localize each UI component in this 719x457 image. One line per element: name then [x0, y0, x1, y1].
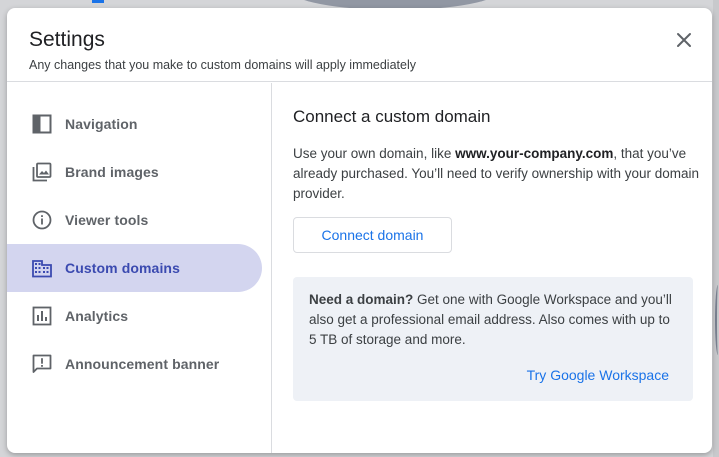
sidebar-item-label: Announcement banner [65, 356, 220, 372]
try-google-workspace-link[interactable]: Try Google Workspace [527, 367, 669, 383]
promo-text: Need a domain? Get one with Google Works… [309, 290, 681, 350]
settings-dialog: Settings Any changes that you make to cu… [7, 8, 712, 453]
sidebar-item-analytics[interactable]: Analytics [7, 292, 262, 340]
sidebar-item-viewer-tools[interactable]: Viewer tools [7, 196, 262, 244]
info-icon [31, 209, 53, 231]
background-link-fragment [92, 0, 104, 3]
domain-icon [31, 257, 53, 279]
sidebar-item-label: Brand images [65, 164, 159, 180]
navigation-icon [31, 113, 53, 135]
example-domain: www.your-company.com [455, 146, 614, 161]
sidebar-item-label: Analytics [65, 308, 129, 324]
brand-images-icon [31, 161, 53, 183]
sidebar-item-brand-images[interactable]: Brand images [7, 148, 262, 196]
section-title: Connect a custom domain [293, 107, 491, 126]
sidebar-item-label: Custom domains [65, 260, 180, 276]
background-edge [713, 0, 719, 457]
sidebar-item-navigation[interactable]: Navigation [7, 100, 262, 148]
close-icon [677, 33, 691, 47]
sidebar-item-announcement-banner[interactable]: Announcement banner [7, 340, 262, 388]
background-shape [715, 285, 719, 355]
settings-sidebar: Navigation Brand images Viewer tools Cus… [7, 83, 272, 453]
announcement-icon [31, 353, 53, 375]
dialog-subtitle: Any changes that you make to custom doma… [29, 58, 416, 72]
dialog-title: Settings [29, 28, 105, 51]
analytics-icon [31, 305, 53, 327]
sidebar-item-label: Navigation [65, 116, 138, 132]
dialog-header: Settings Any changes that you make to cu… [7, 8, 712, 82]
promo-heading: Need a domain? [309, 292, 414, 307]
connect-domain-button[interactable]: Connect domain [293, 217, 452, 253]
sidebar-item-label: Viewer tools [65, 212, 149, 228]
section-description: Use your own domain, like www.your-compa… [293, 144, 703, 204]
description-text: Use your own domain, like [293, 146, 456, 161]
sidebar-item-custom-domains[interactable]: Custom domains [7, 244, 262, 292]
workspace-promo-box: Need a domain? Get one with Google Works… [293, 277, 693, 401]
close-button[interactable] [670, 26, 698, 54]
